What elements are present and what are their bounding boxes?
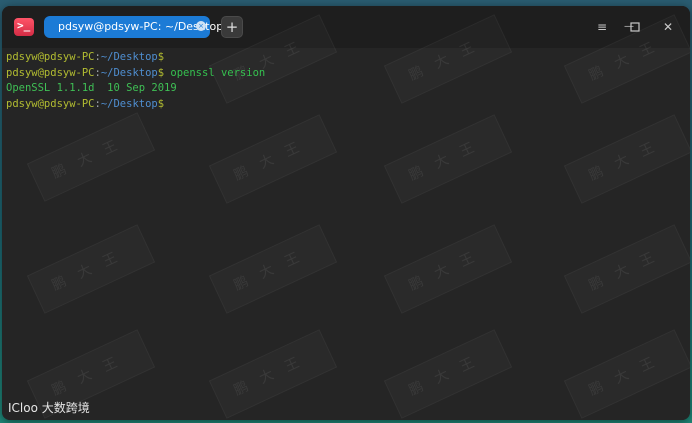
terminal-line: pdsyw@pdsyw-PC:~/Desktop$: [6, 97, 164, 113]
watermark: 鹏大王: [383, 329, 513, 419]
terminal-glyph: >_: [17, 19, 31, 32]
new-tab-button[interactable]: +: [221, 16, 243, 38]
watermark: 鹏大王: [563, 224, 690, 314]
watermark: 鹏大王: [208, 224, 338, 314]
prompt-path: ~/Desktop: [100, 66, 158, 79]
watermark: 鹏大王: [26, 112, 156, 202]
titlebar: >_ pdsyw@pdsyw-PC: ~/Desktop × + ≡ — ✕: [2, 6, 690, 48]
prompt-dollar: $: [157, 51, 165, 63]
watermark: 鹏大王: [563, 329, 690, 419]
watermark: 鹏大王: [208, 114, 338, 204]
prompt-path: ~/Desktop: [100, 97, 158, 110]
watermark: 鹏大王: [383, 114, 513, 204]
terminal-line: pdsyw@pdsyw-PC:~/Desktop$ openssl versio…: [6, 66, 265, 82]
prompt-path: ~/Desktop: [100, 51, 158, 63]
watermark: 鹏大王: [563, 114, 690, 204]
tab-active[interactable]: pdsyw@pdsyw-PC: ~/Desktop ×: [44, 16, 223, 38]
terminal-app-icon[interactable]: >_: [14, 18, 34, 36]
command-output: OpenSSL 1.1.1d 10 Sep 2019: [6, 82, 177, 94]
tab-close-icon[interactable]: ×: [196, 21, 206, 31]
terminal-output-area[interactable]: 鹏大王 鹏大王 鹏大王 鹏大王 鹏大王 鹏大王 鹏大王 鹏大王 鹏大王 鹏大王 …: [2, 14, 690, 420]
terminal-window: >_ pdsyw@pdsyw-PC: ~/Desktop × + ≡ — ✕ 鹏…: [2, 6, 690, 420]
watermark: 鹏大王: [26, 224, 156, 314]
corner-logo: ICloo 大数跨境: [8, 401, 90, 415]
menu-icon[interactable]: ≡: [593, 18, 611, 36]
prompt-user: pdsyw@pdsyw-PC: [6, 97, 95, 110]
terminal-line: pdsyw@pdsyw-PC:~/Desktop$: [6, 50, 164, 66]
watermark: 鹏大王: [208, 329, 338, 419]
prompt-user: pdsyw@pdsyw-PC: [6, 66, 95, 79]
command-text: openssl version: [164, 66, 266, 79]
watermark: 鹏大王: [383, 224, 513, 314]
prompt-user: pdsyw@pdsyw-PC: [6, 51, 95, 63]
prompt-dollar: $: [157, 97, 165, 110]
